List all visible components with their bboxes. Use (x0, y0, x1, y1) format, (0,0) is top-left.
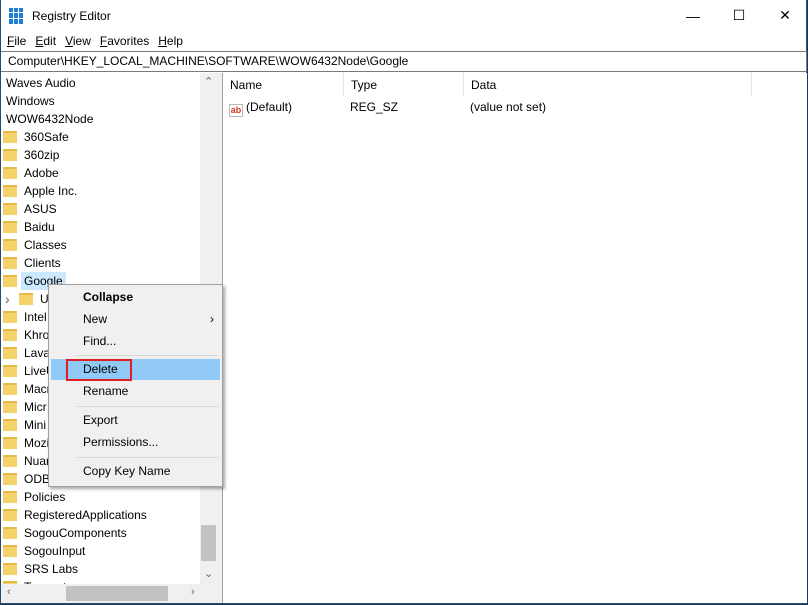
folder-icon (3, 401, 17, 413)
separator (77, 457, 218, 458)
folder-icon (3, 383, 17, 395)
tree-item-label: SogouComponents (24, 526, 127, 540)
folder-icon (3, 203, 17, 215)
menu-collapse[interactable]: Collapse (51, 287, 220, 308)
tree-item-label: 360Safe (24, 130, 69, 144)
window-title: Registry Editor (32, 8, 111, 23)
scroll-down-icon[interactable]: ⌄ (204, 567, 213, 580)
folder-icon (3, 545, 17, 557)
tree-item-label: RegisteredApplications (24, 508, 147, 522)
menu-export[interactable]: Export (51, 410, 220, 431)
folder-icon (3, 149, 17, 161)
menu-file[interactable]: File (1, 31, 29, 51)
folder-icon (3, 167, 17, 179)
menu-copy-key-name[interactable]: Copy Key Name (51, 461, 220, 482)
column-data[interactable]: Data (464, 73, 752, 97)
folder-icon (3, 509, 17, 521)
value-name: (Default) (246, 100, 293, 114)
folder-icon (3, 329, 17, 341)
menu-new[interactable]: New › (51, 309, 220, 330)
menu-permissions[interactable]: Permissions... (51, 432, 220, 453)
scroll-up-icon[interactable]: ⌃ (204, 75, 213, 88)
folder-icon (3, 257, 17, 269)
tree-item-label: SRS Labs (24, 562, 79, 576)
separator (77, 406, 218, 407)
tree-item-label: SogouInput (24, 544, 86, 558)
tree-item-label: Intel (24, 310, 47, 324)
folder-icon (3, 473, 17, 485)
tree-item-label: Classes (24, 238, 67, 252)
maximize-button[interactable]: ☐ (716, 0, 762, 31)
menu-view[interactable]: View (59, 31, 94, 51)
menu-find[interactable]: Find... (51, 331, 220, 352)
folder-icon (3, 563, 17, 575)
registry-icon (9, 7, 25, 24)
column-type[interactable]: Type (344, 73, 464, 97)
folder-icon (3, 419, 17, 431)
tree-item-label: Windows (6, 94, 55, 108)
folder-icon (3, 437, 17, 449)
title-bar: Registry Editor — ☐ ✕ (1, 0, 806, 31)
folder-icon (3, 275, 17, 287)
menu-edit[interactable]: Edit (29, 31, 59, 51)
tree-item-label: Clients (24, 256, 61, 270)
chevron-right-icon: › (210, 312, 214, 326)
scroll-thumb-h[interactable] (66, 586, 168, 601)
horizontal-scrollbar[interactable]: ‹ › (1, 584, 217, 603)
minimize-button[interactable]: — (670, 0, 716, 31)
folder-icon (3, 131, 17, 143)
tree-item-label: Mini (24, 418, 47, 432)
folder-icon (3, 239, 17, 251)
folder-icon (3, 311, 17, 323)
value-row[interactable]: ab (Default) (229, 97, 292, 117)
folder-icon (3, 365, 17, 377)
menu-bar: File Edit View Favorites Help (1, 31, 806, 51)
tree-item-label: 360zip (24, 148, 60, 162)
tree-item-label: Baidu (24, 220, 55, 234)
menu-favorites[interactable]: Favorites (94, 31, 152, 51)
tree-item-label: Policies (24, 490, 66, 504)
value-data: (value not set) (470, 100, 547, 114)
column-name[interactable]: Name (223, 73, 344, 97)
tree-item-label: Waves Audio (6, 76, 76, 90)
tree-item-label: WOW6432Node (6, 112, 94, 126)
folder-icon (19, 293, 33, 305)
folder-icon (3, 491, 17, 503)
menu-new-label: New (83, 312, 108, 326)
address-bar[interactable]: Computer\HKEY_LOCAL_MACHINE\SOFTWARE\WOW… (1, 51, 807, 72)
folder-icon (3, 455, 17, 467)
folder-icon (3, 221, 17, 233)
values-pane: Name Type Data ab (Default) REG_SZ (value… (223, 73, 807, 603)
folder-icon (3, 347, 17, 359)
context-menu: Collapse New › Find... Delete Rename Expo… (48, 284, 223, 487)
scroll-left-icon[interactable]: ‹ (7, 586, 11, 598)
separator (77, 355, 218, 356)
expand-chevron-icon[interactable]: › (5, 290, 10, 308)
registry-editor-window: Registry Editor — ☐ ✕ File Edit View Fav… (0, 0, 807, 604)
scroll-right-icon[interactable]: › (191, 586, 195, 598)
tree-item-label: Micr (24, 400, 47, 414)
folder-icon (3, 527, 17, 539)
menu-rename[interactable]: Rename (51, 381, 220, 402)
close-button[interactable]: ✕ (762, 0, 808, 31)
tree-item-label: ASUS (24, 202, 57, 216)
folder-icon (3, 185, 17, 197)
value-type: REG_SZ (350, 100, 399, 114)
scroll-thumb[interactable] (201, 525, 216, 561)
tree-item-label: Adobe (24, 166, 59, 180)
menu-help[interactable]: Help (152, 31, 186, 51)
string-value-icon: ab (229, 104, 243, 117)
highlight-box (66, 359, 132, 381)
tree-item-label: Apple Inc. (24, 184, 78, 198)
